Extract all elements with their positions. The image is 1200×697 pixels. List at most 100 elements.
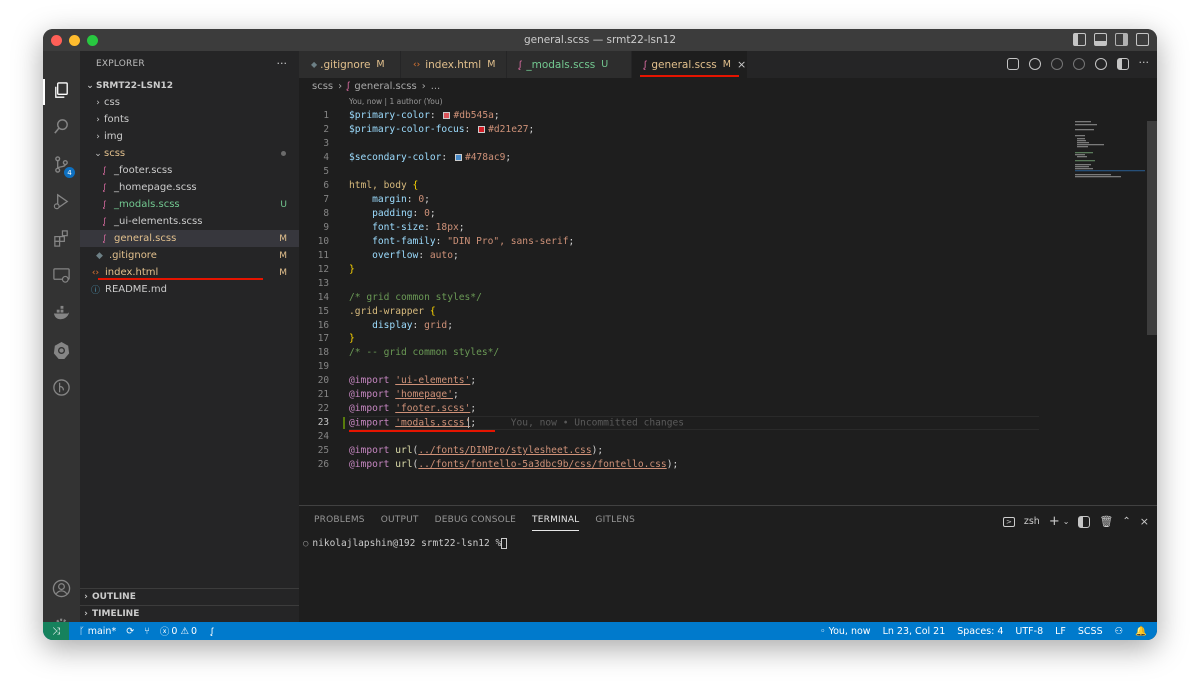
tab-output[interactable]: OUTPUT xyxy=(381,506,419,534)
kubernetes-icon[interactable] xyxy=(52,341,71,360)
code-line[interactable]: 26 @import url(../fonts/fontello-5a3dbc9b… xyxy=(299,457,1099,471)
file-index-html[interactable]: ‹› index.html M xyxy=(80,264,299,281)
language-mode[interactable]: SCSS xyxy=(1078,626,1103,637)
gitlens-revision-icon[interactable] xyxy=(1028,58,1041,70)
live-share-icon[interactable]: ᶘ xyxy=(211,626,213,637)
code-line[interactable]: 17} xyxy=(299,332,1099,346)
code-line[interactable]: 12} xyxy=(299,262,1099,276)
terminal-content[interactable]: ○ nikolajlapshin@192 srmt22-lsn12 % xyxy=(299,538,1157,549)
folder-fonts[interactable]: › fonts xyxy=(80,111,299,128)
folder-img[interactable]: › img xyxy=(80,128,299,145)
outline-section[interactable]: › OUTLINE xyxy=(80,588,299,605)
terminal-shell-label[interactable]: zsh xyxy=(1024,516,1040,527)
toggle-secondary-sidebar-icon[interactable] xyxy=(1115,33,1128,46)
code-line[interactable]: 13 xyxy=(299,276,1099,290)
code-line[interactable]: 22 @import 'footer.scss'; xyxy=(299,402,1099,416)
tab-modals-scss[interactable]: ᶘ _modals.scss U xyxy=(507,51,632,78)
file-footer-scss[interactable]: ᶘ _footer.scss xyxy=(80,162,299,179)
timeline-section[interactable]: › TIMELINE xyxy=(80,605,299,622)
code-line[interactable]: 8 padding: 0; xyxy=(299,207,1099,221)
open-changes-icon[interactable] xyxy=(1006,58,1019,70)
editor-scrollbar[interactable] xyxy=(1147,121,1157,335)
problems-indicator[interactable]: ⓧ 0 ⚠ 0 xyxy=(160,624,197,639)
toggle-panel-icon[interactable] xyxy=(1094,33,1107,46)
close-window-button[interactable] xyxy=(51,35,62,46)
new-terminal-icon[interactable]: + xyxy=(1049,514,1060,529)
code-line[interactable]: 2 $primary-color-focus: #d21e27; xyxy=(299,123,1099,137)
cursor-position[interactable]: Ln 23, Col 21 xyxy=(883,626,946,637)
maximize-window-button[interactable] xyxy=(87,35,98,46)
next-revision-icon[interactable] xyxy=(1072,58,1085,70)
tab-problems[interactable]: PROBLEMS xyxy=(314,506,365,534)
explorer-more-actions[interactable]: ··· xyxy=(277,57,288,70)
account-icon[interactable] xyxy=(52,579,71,598)
file-general-scss[interactable]: ᶘ general.scss M xyxy=(80,230,299,247)
chevron-down-icon[interactable]: ⌄ xyxy=(1063,517,1070,526)
code-line[interactable]: 20 @import 'ui-elements'; xyxy=(299,374,1099,388)
code-line[interactable]: 7 margin: 0; xyxy=(299,193,1099,207)
split-terminal-icon[interactable] xyxy=(1078,515,1091,528)
git-graph-icon[interactable]: ⑂ xyxy=(144,626,150,637)
minimize-window-button[interactable] xyxy=(69,35,80,46)
search-icon[interactable] xyxy=(52,117,71,136)
run-debug-icon[interactable] xyxy=(52,192,71,211)
codelens-blame[interactable]: You, now | 1 author (You) xyxy=(349,97,443,106)
code-line[interactable]: 3 xyxy=(299,137,1099,151)
code-line[interactable]: 4 $secondary-color: #478ac9; xyxy=(299,151,1099,165)
more-actions-icon[interactable]: ··· xyxy=(1139,57,1150,70)
file-ui-elements-scss[interactable]: ᶘ _ui-elements.scss xyxy=(80,213,299,230)
remote-indicator-icon[interactable]: ⤨ xyxy=(43,622,69,640)
folder-scss[interactable]: ⌄ scss xyxy=(80,145,299,162)
end-of-line[interactable]: LF xyxy=(1055,626,1066,637)
file-modals-scss[interactable]: ᶘ _modals.scss U xyxy=(80,196,299,213)
toggle-blame-icon[interactable] xyxy=(1094,58,1107,70)
remote-explorer-icon[interactable] xyxy=(52,266,71,285)
code-line[interactable]: 6 html, body { xyxy=(299,179,1099,193)
code-editor[interactable]: You, now | 1 author (You) 1 $primary-colo… xyxy=(299,97,1099,471)
close-tab-icon[interactable]: × xyxy=(737,58,746,71)
code-line[interactable]: 21 @import 'homepage'; xyxy=(299,388,1099,402)
sync-icon[interactable]: ⟳ xyxy=(126,626,134,637)
trash-icon[interactable]: 🗑 xyxy=(1099,515,1113,528)
file-homepage-scss[interactable]: ᶘ _homepage.scss xyxy=(80,179,299,196)
tab-terminal[interactable]: TERMINAL xyxy=(532,506,580,534)
code-line[interactable]: 18 /* -- grid common styles*/ xyxy=(299,346,1099,360)
code-line[interactable]: 10 font-family: "DIN Pro", sans-serif; xyxy=(299,234,1099,248)
code-line[interactable]: 1 $primary-color: #db545a; xyxy=(299,109,1099,123)
explorer-icon[interactable] xyxy=(52,81,71,100)
minimap[interactable] xyxy=(1075,121,1145,181)
folder-css[interactable]: › css xyxy=(80,94,299,111)
code-line[interactable]: 14 /* grid common styles*/ xyxy=(299,290,1099,304)
extensions-icon[interactable] xyxy=(52,229,71,248)
file-gitignore[interactable]: ◆ .gitignore M xyxy=(80,247,299,264)
code-line[interactable]: 25 @import url(../fonts/DINPro/stylesheet… xyxy=(299,444,1099,458)
code-line[interactable]: 16 display: grid; xyxy=(299,318,1099,332)
code-line[interactable]: 19 xyxy=(299,360,1099,374)
notifications-bell-icon[interactable]: 🔔 xyxy=(1135,626,1147,637)
indentation[interactable]: Spaces: 4 xyxy=(957,626,1003,637)
tab-gitignore[interactable]: ◆ .gitignore M xyxy=(299,51,401,78)
tab-general-scss[interactable]: ᶘ general.scss M × xyxy=(632,51,748,78)
customize-layout-icon[interactable] xyxy=(1136,33,1149,46)
previous-revision-icon[interactable] xyxy=(1050,58,1063,70)
code-line[interactable]: 11 overflow: auto; xyxy=(299,248,1099,262)
encoding[interactable]: UTF-8 xyxy=(1015,626,1043,637)
branch-indicator[interactable]: ᚴ main* xyxy=(79,626,116,637)
project-root[interactable]: ⌄ SRMT22-LSN12 xyxy=(80,77,299,94)
code-line[interactable]: 24 xyxy=(299,430,1099,444)
file-readme-md[interactable]: ⓘ README.md xyxy=(80,281,299,298)
tab-index-html[interactable]: ‹› index.html M xyxy=(401,51,507,78)
breadcrumb-folder[interactable]: scss xyxy=(312,81,333,92)
code-line[interactable]: 23 @import 'modals.scss'; You, now • Unco… xyxy=(299,415,1099,432)
tab-debug-console[interactable]: DEBUG CONSOLE xyxy=(435,506,516,534)
docker-icon[interactable] xyxy=(52,304,71,323)
feedback-icon[interactable]: ⚇ xyxy=(1115,626,1124,637)
close-panel-icon[interactable]: × xyxy=(1140,515,1149,528)
source-control-icon[interactable]: 4 xyxy=(52,155,75,178)
code-line[interactable]: 9 font-size: 18px; xyxy=(299,221,1099,235)
toggle-primary-sidebar-icon[interactable] xyxy=(1073,33,1086,46)
tab-gitlens[interactable]: GITLENS xyxy=(595,506,635,534)
breadcrumb-symbol[interactable]: ... xyxy=(431,81,441,92)
breadcrumb-file[interactable]: general.scss xyxy=(354,81,416,92)
code-line[interactable]: 5 xyxy=(299,165,1099,179)
